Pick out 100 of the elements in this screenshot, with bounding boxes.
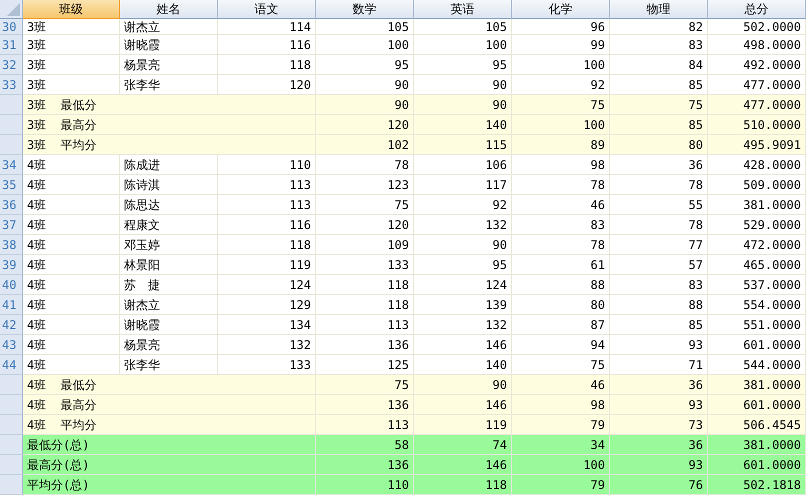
table-cell: 601.0000 <box>708 395 806 415</box>
table-cell: 36 <box>610 155 708 175</box>
table-cell: 4班 <box>23 275 120 295</box>
table-cell: 428.0000 <box>708 155 806 175</box>
table-cell: 75 <box>610 95 708 115</box>
row-header[interactable] <box>0 415 23 435</box>
column-header[interactable]: 数学 <box>316 0 414 19</box>
column-header[interactable]: 英语 <box>414 0 512 19</box>
table-cell: 55 <box>610 195 708 215</box>
table-cell: 120 <box>316 215 414 235</box>
table-cell: 程康文 <box>120 215 218 235</box>
row-number[interactable]: 42 <box>0 315 23 335</box>
row-header[interactable] <box>0 435 23 455</box>
row-number[interactable]: 44 <box>0 355 23 375</box>
table-cell: 381.0000 <box>708 195 806 215</box>
column-header[interactable]: 化学 <box>512 0 610 19</box>
table-cell: 85 <box>610 315 708 335</box>
summary-label: 4班 最低分 <box>23 375 316 395</box>
table-cell: 551.0000 <box>708 315 806 335</box>
table-cell: 80 <box>610 135 708 155</box>
row-header[interactable] <box>0 455 23 475</box>
column-header[interactable]: 语文 <box>218 0 316 19</box>
table-cell: 57 <box>610 255 708 275</box>
table-cell: 118 <box>414 475 512 495</box>
table-cell: 3班 <box>23 35 120 55</box>
table-cell: 100 <box>414 35 512 55</box>
table-cell: 95 <box>414 255 512 275</box>
table-cell: 115 <box>414 135 512 155</box>
table-cell: 79 <box>512 415 610 435</box>
table-cell: 苏 捷 <box>120 275 218 295</box>
table-cell: 109 <box>316 235 414 255</box>
table-cell: 78 <box>512 235 610 255</box>
row-header[interactable] <box>0 95 23 115</box>
table-cell: 61 <box>512 255 610 275</box>
table-cell: 119 <box>218 255 316 275</box>
table-cell: 58 <box>316 435 414 455</box>
table-cell: 506.4545 <box>708 415 806 435</box>
row-header[interactable] <box>0 115 23 135</box>
row-number[interactable]: 43 <box>0 335 23 355</box>
column-header[interactable]: 总分 <box>708 0 806 19</box>
row-header[interactable] <box>0 375 23 395</box>
row-number[interactable]: 39 <box>0 255 23 275</box>
row-number[interactable]: 38 <box>0 235 23 255</box>
row-number[interactable]: 30 <box>0 19 23 35</box>
table-cell: 124 <box>414 275 512 295</box>
row-number[interactable]: 31 <box>0 35 23 55</box>
column-header[interactable]: 姓名 <box>120 0 218 19</box>
table-cell: 杨景亮 <box>120 335 218 355</box>
column-header[interactable]: 班级 <box>23 0 120 19</box>
row-header[interactable] <box>0 135 23 155</box>
table-cell: 136 <box>316 455 414 475</box>
table-cell: 92 <box>414 195 512 215</box>
table-cell: 498.0000 <box>708 35 806 55</box>
table-cell: 98 <box>512 155 610 175</box>
table-cell: 83 <box>610 35 708 55</box>
table-cell: 601.0000 <box>708 455 806 475</box>
row-number[interactable]: 32 <box>0 55 23 75</box>
table-cell: 146 <box>414 395 512 415</box>
row-number[interactable]: 33 <box>0 75 23 95</box>
row-header[interactable] <box>0 475 23 495</box>
table-cell: 谢杰立 <box>120 19 218 35</box>
table-cell: 36 <box>610 435 708 455</box>
row-header[interactable] <box>0 395 23 415</box>
table-cell: 105 <box>316 19 414 35</box>
table-cell: 134 <box>218 315 316 335</box>
table-cell: 537.0000 <box>708 275 806 295</box>
table-cell: 4班 <box>23 215 120 235</box>
summary-label: 最低分(总) <box>23 435 316 455</box>
table-cell: 129 <box>218 295 316 315</box>
table-cell: 98 <box>512 395 610 415</box>
table-cell: 114 <box>218 19 316 35</box>
table-cell: 陈思达 <box>120 195 218 215</box>
column-header[interactable]: 物理 <box>610 0 708 19</box>
row-number[interactable]: 35 <box>0 175 23 195</box>
table-cell: 510.0000 <box>708 115 806 135</box>
row-number[interactable]: 41 <box>0 295 23 315</box>
row-number[interactable]: 40 <box>0 275 23 295</box>
table-cell: 554.0000 <box>708 295 806 315</box>
table-cell: 85 <box>610 115 708 135</box>
table-cell: 87 <box>512 315 610 335</box>
row-number[interactable]: 36 <box>0 195 23 215</box>
table-cell: 89 <box>512 135 610 155</box>
table-cell: 46 <box>512 195 610 215</box>
table-cell: 4班 <box>23 195 120 215</box>
table-cell: 95 <box>414 55 512 75</box>
table-cell: 113 <box>218 175 316 195</box>
row-number[interactable]: 37 <box>0 215 23 235</box>
table-cell: 116 <box>218 215 316 235</box>
table-cell: 110 <box>316 475 414 495</box>
summary-label: 3班 最低分 <box>23 95 316 115</box>
table-cell: 88 <box>512 275 610 295</box>
table-cell: 谢晓霞 <box>120 35 218 55</box>
table-cell: 90 <box>414 95 512 115</box>
row-number[interactable]: 34 <box>0 155 23 175</box>
table-cell: 78 <box>610 215 708 235</box>
table-cell: 83 <box>610 275 708 295</box>
table-cell: 75 <box>316 375 414 395</box>
table-cell: 100 <box>512 455 610 475</box>
select-all-icon[interactable] <box>7 3 20 16</box>
table-cell: 75 <box>316 195 414 215</box>
